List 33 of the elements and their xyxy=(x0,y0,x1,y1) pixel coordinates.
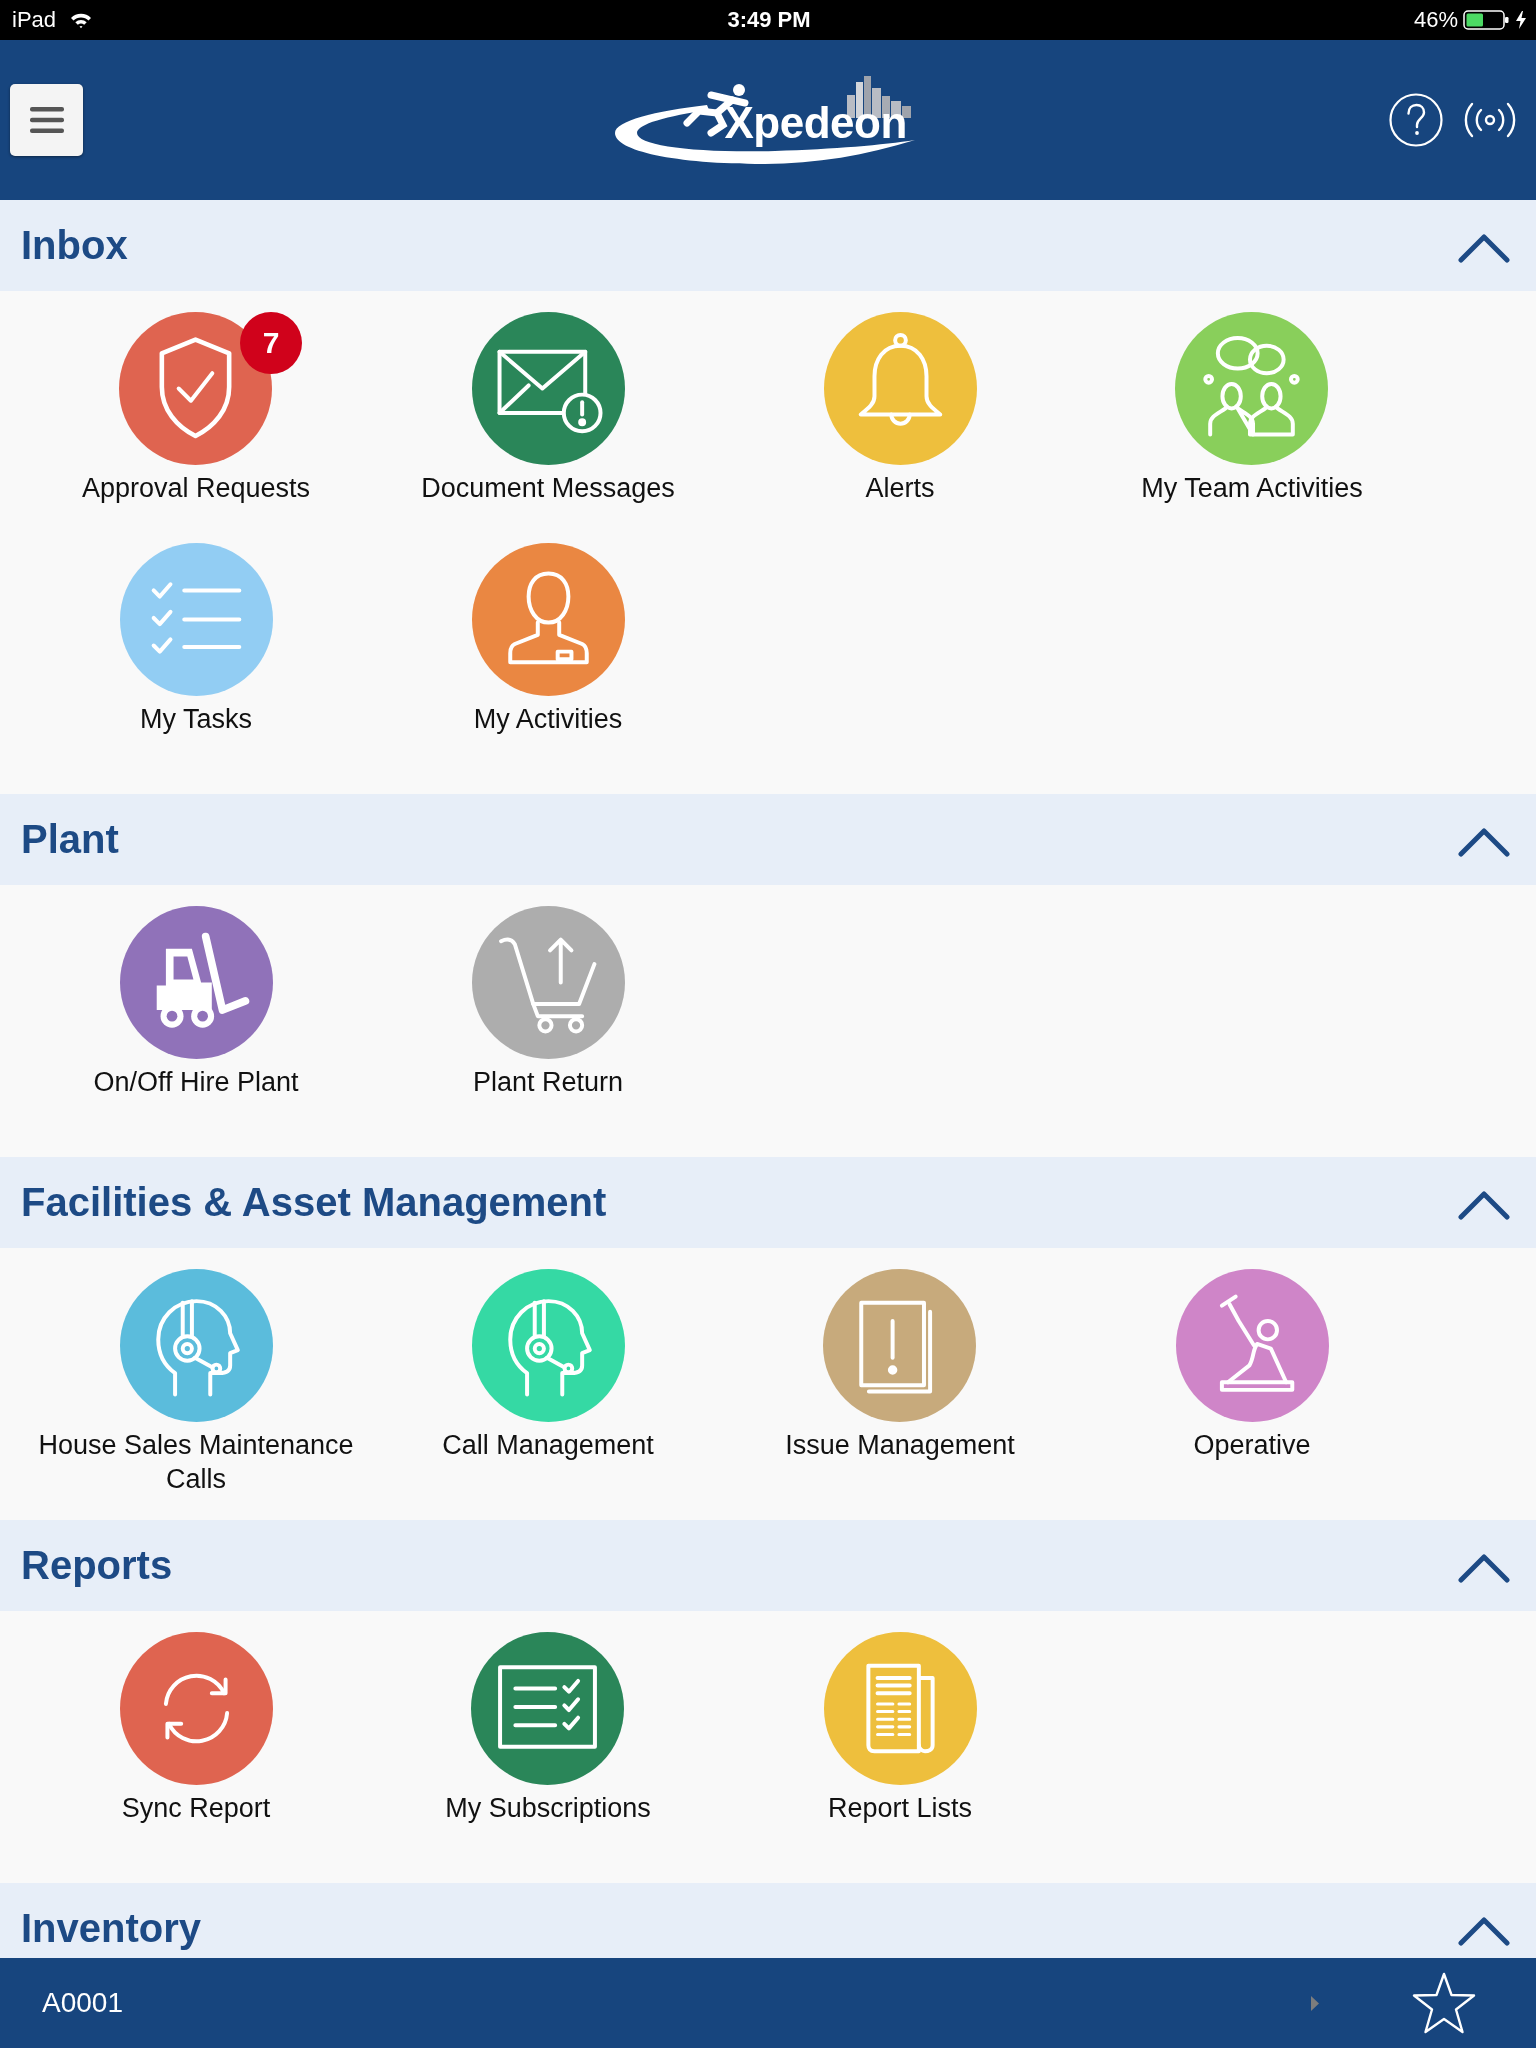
logo-text: Xpedeon xyxy=(724,100,907,145)
menu-icon xyxy=(29,107,64,133)
section-header[interactable]: Inbox xyxy=(0,200,1536,291)
menu-tile[interactable]: Call Management xyxy=(442,1269,654,1462)
wifi-icon xyxy=(69,11,94,29)
project-code: A0001 xyxy=(42,1986,123,2020)
menu-tile[interactable]: House Sales Maintenance Calls xyxy=(26,1269,366,1496)
menu-tile[interactable]: On/Off Hire Plant xyxy=(93,906,299,1099)
help-icon[interactable] xyxy=(1389,93,1443,147)
count-badge: 7 xyxy=(240,312,302,374)
menu-tile[interactable]: My Activities xyxy=(471,543,625,736)
battery-icon xyxy=(1463,10,1509,30)
menu-tile[interactable]: Report Lists xyxy=(823,1632,977,1825)
menu-tile[interactable]: Issue Management xyxy=(785,1269,1015,1462)
clock-time: 3:49 PM xyxy=(727,7,811,33)
menu-button[interactable] xyxy=(10,84,83,156)
charging-bolt-icon xyxy=(1516,11,1526,29)
menu-tile[interactable]: Operative xyxy=(1175,1269,1329,1462)
star-icon[interactable] xyxy=(1412,1972,1476,2034)
menu-tile[interactable]: Sync Report xyxy=(119,1632,273,1825)
menu-tile[interactable]: My Tasks xyxy=(119,543,273,736)
menu-tile[interactable]: Plant Return xyxy=(471,906,625,1099)
device-name: iPad xyxy=(12,7,57,33)
menu-tile[interactable]: My Subscriptions xyxy=(445,1632,651,1825)
menu-tile[interactable]: Document Messages xyxy=(421,312,675,505)
section-header[interactable]: Plant xyxy=(0,794,1536,885)
section-header[interactable]: Facilities & Asset Management xyxy=(0,1157,1536,1248)
menu-tile[interactable]: My Team Activities xyxy=(1141,312,1363,505)
menu-tile[interactable]: Alerts xyxy=(823,312,977,505)
section-header[interactable]: Reports xyxy=(0,1520,1536,1611)
battery-percent: 46% xyxy=(1413,7,1458,33)
section-header[interactable]: Inventory xyxy=(0,1883,1536,1958)
caret-icon xyxy=(1311,1995,1319,2011)
